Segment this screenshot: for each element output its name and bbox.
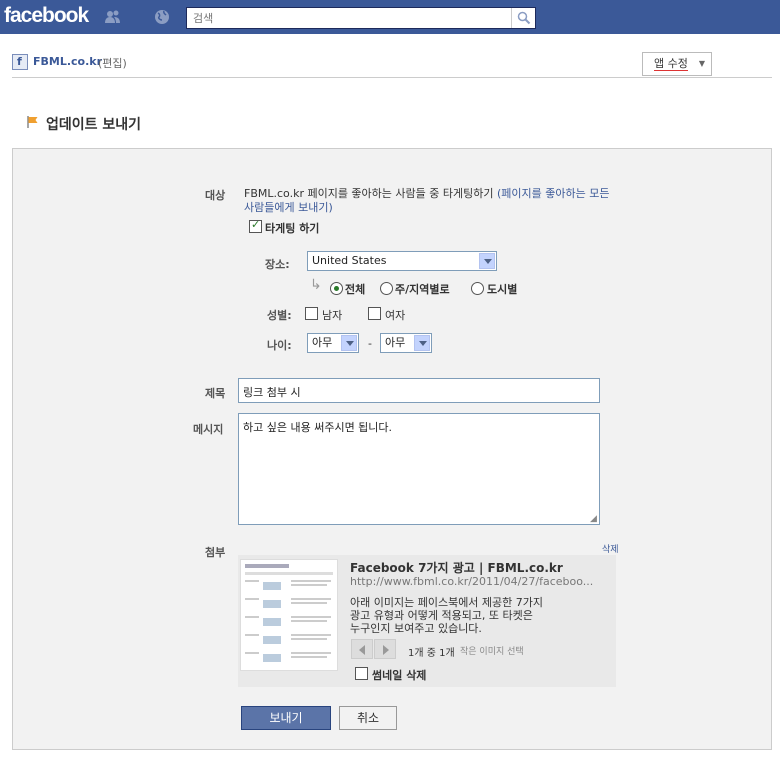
search-box[interactable] <box>186 7 536 29</box>
choose-thumbnail-text: 작은 이미지 선택 <box>460 647 524 657</box>
age-from-select[interactable]: 아무 <box>307 333 359 353</box>
gender-female-checkbox[interactable] <box>368 307 381 320</box>
resize-handle-icon[interactable]: ◢ <box>590 514 597 524</box>
page-icon <box>12 54 28 70</box>
target-text: FBML.co.kr 페이지를 좋아하는 사람들 중 타게팅하기 <box>244 187 494 200</box>
no-thumbnail-label: 썸네일 삭제 <box>372 669 427 682</box>
section-title: 업데이트 보내기 <box>26 114 141 134</box>
radio-all-label: 전체 <box>345 283 366 296</box>
subject-input[interactable]: 링크 첨부 시 <box>238 378 600 403</box>
attachment-description-line: 누구인지 보여주고 있습니다. <box>350 622 482 635</box>
update-form-panel: 대상 FBML.co.kr 페이지를 좋아하는 사람들 중 타게팅하기 (페이지… <box>12 148 772 750</box>
page-header-bar: FBML.co.kr (편집) 앱 수정 ▼ <box>12 52 772 78</box>
chevron-down-icon <box>341 335 357 351</box>
subject-label: 제목 <box>205 387 226 400</box>
message-textarea[interactable]: 하고 싶은 내용 써주시면 됩니다. <box>238 413 600 525</box>
app-edit-label: 앱 수정 <box>654 57 688 71</box>
targeting-checkbox[interactable] <box>249 218 262 233</box>
target-description: FBML.co.kr 페이지를 좋아하는 사람들 중 타게팅하기 (페이지를 좋… <box>244 187 614 215</box>
gender-female-label: 여자 <box>385 309 406 322</box>
location-select-value: United States <box>312 254 387 267</box>
thumbnail-next-button[interactable] <box>374 639 396 659</box>
gender-label: 성별: <box>267 309 292 322</box>
search-icon[interactable] <box>511 8 535 28</box>
attachment-title[interactable]: Facebook 7가지 광고 | FBML.co.kr <box>350 559 563 576</box>
attachment-description-line: 아래 이미지는 페이스북에서 제공한 7가지 <box>350 596 544 609</box>
friend-requests-icon[interactable] <box>104 8 122 26</box>
thumbnail-image <box>245 564 333 662</box>
attachment-description-line: 광고 유형과 어떻게 적용되고, 또 타켓은 <box>350 609 533 622</box>
notifications-globe-icon[interactable] <box>153 8 171 26</box>
age-to-select[interactable]: 아무 <box>380 333 432 353</box>
radio-by-region[interactable] <box>380 282 393 295</box>
thumbnail-prev-button[interactable] <box>351 639 373 659</box>
gender-male-label: 남자 <box>322 309 343 322</box>
page-edit-link[interactable]: (편집) <box>98 55 127 71</box>
attachment-preview: Facebook 7가지 광고 | FBML.co.kr http://www.… <box>238 555 616 687</box>
targeting-label: 타게팅 하기 <box>265 222 320 235</box>
flag-icon <box>27 116 38 128</box>
facebook-logo[interactable]: facebook <box>4 4 89 28</box>
radio-by-city[interactable] <box>471 282 484 295</box>
app-edit-button[interactable]: 앱 수정 ▼ <box>642 52 712 76</box>
cancel-button[interactable]: 취소 <box>339 706 397 730</box>
radio-all[interactable] <box>330 282 343 295</box>
arrow-right-icon: ↳ <box>310 277 322 293</box>
chevron-down-icon <box>414 335 430 351</box>
chevron-down-icon <box>479 253 495 269</box>
attach-label: 첨부 <box>205 546 226 559</box>
attachment-thumbnail <box>240 559 338 671</box>
no-thumbnail-checkbox[interactable] <box>355 667 368 680</box>
age-separator: - <box>368 337 372 350</box>
top-navigation-bar: facebook <box>0 0 780 34</box>
thumbnail-pager: 1개 중 1개 <box>408 648 455 659</box>
attach-delete-link[interactable]: 삭제 <box>602 542 619 555</box>
location-label: 장소: <box>265 258 290 271</box>
gender-male-checkbox[interactable] <box>305 307 318 320</box>
radio-by-region-label: 주/지역별로 <box>395 283 450 296</box>
radio-by-city-label: 도시별 <box>487 283 518 296</box>
message-label: 메시지 <box>193 423 224 436</box>
chevron-down-icon: ▼ <box>698 59 705 68</box>
age-label: 나이: <box>267 339 292 352</box>
search-input[interactable] <box>187 8 507 28</box>
send-button[interactable]: 보내기 <box>241 706 331 730</box>
age-to-value: 아무 <box>385 336 406 349</box>
location-select[interactable]: United States <box>307 251 497 271</box>
target-label: 대상 <box>205 189 226 202</box>
attachment-url: http://www.fbml.co.kr/2011/04/27/faceboo… <box>350 575 594 588</box>
age-from-value: 아무 <box>312 336 333 349</box>
attachment-description: 아래 이미지는 페이스북에서 제공한 7가지 광고 유형과 어떻게 적용되고, … <box>350 596 610 635</box>
page-name-link[interactable]: FBML.co.kr <box>33 55 102 68</box>
